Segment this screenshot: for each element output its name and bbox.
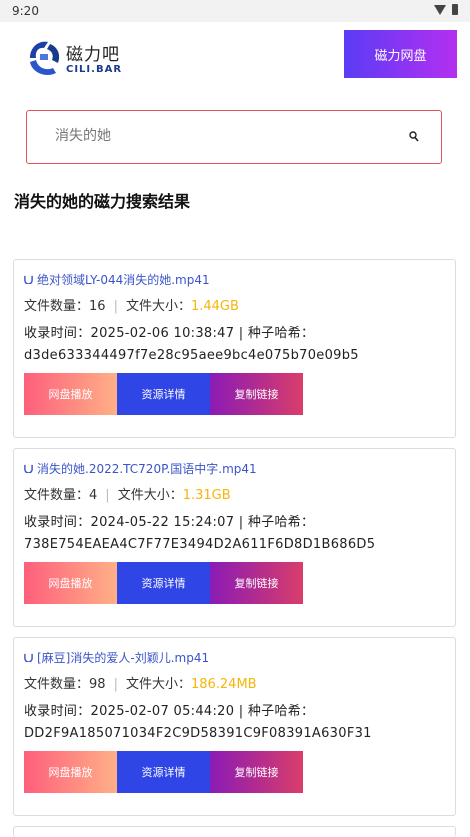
result-time-hash: 收录时间：2025-02-07 05:44:20 | 种子哈希： bbox=[24, 704, 315, 719]
indexed-time: 2025-02-07 05:44:20 bbox=[90, 704, 235, 719]
logo-name: 磁力吧 bbox=[66, 45, 120, 65]
result-title-link[interactable]: [麻豆]消失的爱人-刘颖儿.mp41 bbox=[24, 649, 209, 666]
detail-button[interactable]: 资源详情 bbox=[117, 751, 210, 793]
logo-subtitle: CILI.BAR bbox=[66, 64, 123, 75]
indexed-time-label: 收录时间： bbox=[24, 704, 91, 719]
status-time: 9:20 bbox=[12, 4, 39, 18]
copy-link-button[interactable]: 复制链接 bbox=[210, 373, 303, 415]
result-meta: 文件数量：98 | 文件大小：186.24MB bbox=[24, 677, 257, 692]
status-icons bbox=[434, 4, 458, 15]
file-size: 1.31GB bbox=[182, 488, 231, 503]
detail-button[interactable]: 资源详情 bbox=[117, 562, 210, 604]
indexed-time: 2025-02-06 10:38:47 bbox=[90, 326, 235, 341]
cloud-drive-button[interactable]: 磁力网盘 bbox=[344, 30, 457, 78]
indexed-time-label: 收录时间： bbox=[24, 515, 91, 530]
copy-link-button[interactable]: 复制链接 bbox=[210, 751, 303, 793]
magnet-icon bbox=[24, 275, 33, 284]
result-time-hash: 收录时间：2025-02-06 10:38:47 | 种子哈希： bbox=[24, 326, 315, 341]
result-title: 绝对领域LY-044消失的她.mp41 bbox=[37, 273, 210, 287]
play-button[interactable]: 网盘播放 bbox=[24, 562, 117, 604]
file-size: 186.24MB bbox=[190, 677, 257, 692]
search-icon[interactable] bbox=[409, 131, 419, 143]
copy-link-button[interactable]: 复制链接 bbox=[210, 562, 303, 604]
file-count-label: 文件数量： bbox=[24, 299, 90, 314]
result-actions: 网盘播放 资源详情 复制链接 bbox=[24, 751, 303, 793]
search-input[interactable] bbox=[53, 127, 387, 145]
result-card: 消失的她.2022.TC720P.国语中字.mp41 文件数量：4 | 文件大小：1… bbox=[13, 448, 456, 627]
file-count-label: 文件数量： bbox=[24, 488, 90, 503]
file-size: 1.44GB bbox=[190, 299, 239, 314]
result-title: [麻豆]消失的爱人-刘颖儿.mp41 bbox=[37, 651, 210, 665]
result-actions: 网盘播放 资源详情 复制链接 bbox=[24, 562, 303, 604]
file-count: 4 bbox=[89, 488, 98, 503]
play-button[interactable]: 网盘播放 bbox=[24, 373, 117, 415]
wifi-icon bbox=[434, 4, 446, 15]
file-count: 16 bbox=[89, 299, 106, 314]
file-size-label: 文件大小： bbox=[125, 299, 191, 314]
magnet-icon bbox=[24, 464, 33, 473]
result-actions: 网盘播放 资源详情 复制链接 bbox=[24, 373, 303, 415]
file-size-label: 文件大小： bbox=[125, 677, 191, 692]
result-meta: 文件数量：4 | 文件大小：1.31GB bbox=[24, 488, 231, 503]
indexed-time: 2024-05-22 15:24:07 bbox=[90, 515, 235, 530]
result-card-partial bbox=[13, 826, 456, 837]
result-hash: 738E754EAEA4C7F77E3494D2A611F6D8D1B686D5 bbox=[24, 537, 376, 552]
result-hash: d3de633344497f7e28c95aee9bc4e075b70e09b5 bbox=[24, 348, 359, 363]
file-count: 98 bbox=[89, 677, 106, 692]
hash-label: 种子哈希： bbox=[247, 515, 315, 530]
page-title: 消失的她的磁力搜索结果 bbox=[14, 192, 191, 211]
hash-label: 种子哈希： bbox=[247, 704, 315, 719]
file-size-label: 文件大小： bbox=[117, 488, 183, 503]
search-box[interactable] bbox=[26, 110, 442, 164]
detail-button[interactable]: 资源详情 bbox=[117, 373, 210, 415]
result-meta: 文件数量：16 | 文件大小：1.44GB bbox=[24, 299, 239, 314]
indexed-time-label: 收录时间： bbox=[24, 326, 91, 341]
file-count-label: 文件数量： bbox=[24, 677, 90, 692]
play-button[interactable]: 网盘播放 bbox=[24, 751, 117, 793]
result-title-link[interactable]: 绝对领域LY-044消失的她.mp41 bbox=[24, 271, 210, 288]
battery-icon bbox=[452, 4, 458, 15]
result-time-hash: 收录时间：2024-05-22 15:24:07 | 种子哈希： bbox=[24, 515, 315, 530]
header: 磁力吧 CILI.BAR 磁力网盘 bbox=[0, 22, 470, 100]
result-title-link[interactable]: 消失的她.2022.TC720P.国语中字.mp41 bbox=[24, 460, 257, 477]
magnet-icon bbox=[24, 653, 33, 662]
logo-icon bbox=[30, 41, 60, 75]
result-title: 消失的她.2022.TC720P.国语中字.mp41 bbox=[37, 462, 257, 476]
status-bar: 9:20 bbox=[0, 0, 470, 22]
site-logo[interactable]: 磁力吧 CILI.BAR bbox=[26, 38, 146, 86]
result-card: 绝对领域LY-044消失的她.mp41 文件数量：16 | 文件大小：1.44GB … bbox=[13, 259, 456, 438]
result-card: [麻豆]消失的爱人-刘颖儿.mp41 文件数量：98 | 文件大小：186.24MB… bbox=[13, 637, 456, 816]
hash-label: 种子哈希： bbox=[247, 326, 315, 341]
result-hash: DD2F9A185071034F2C9D58391C9F08391A630F31 bbox=[24, 726, 372, 741]
